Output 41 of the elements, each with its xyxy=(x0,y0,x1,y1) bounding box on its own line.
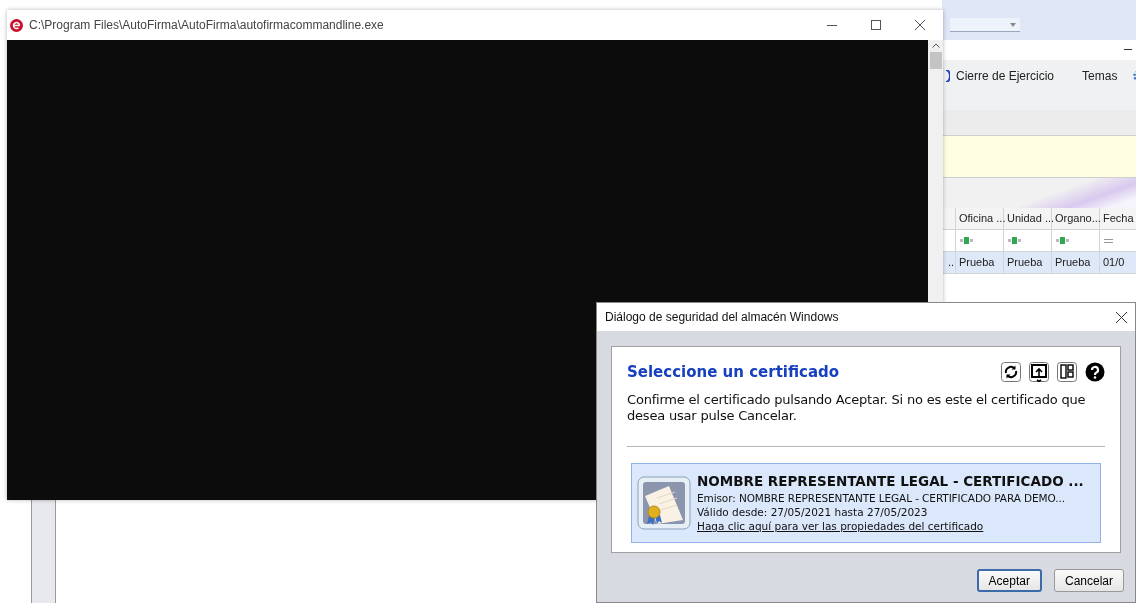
certificate-icon xyxy=(637,475,691,530)
table-cell-text: Prueba xyxy=(1007,255,1043,271)
menu-item[interactable]: Temas xyxy=(1082,67,1118,85)
column-header[interactable]: Organo... xyxy=(1052,208,1100,229)
column-header[interactable]: Unidad ... xyxy=(1004,208,1052,229)
column-header[interactable]: Fecha xyxy=(1100,208,1136,229)
scroll-thumb[interactable] xyxy=(929,52,942,69)
table-cell-text: Prueba xyxy=(959,255,995,271)
text-filter-icon[interactable] xyxy=(1056,237,1069,244)
certificate-properties-link[interactable]: Haga clic aquí para ver las propiedades del certificado xyxy=(697,519,984,533)
certificate-item[interactable] xyxy=(631,462,1101,543)
dialog-message: Confirme el certificado pulsando Aceptar. Si no es este el certificado que desea usar pulse Cancelar. xyxy=(627,391,1087,424)
close-icon[interactable] xyxy=(915,20,925,30)
table-cell-text: 01/0 xyxy=(1103,255,1125,271)
column-header[interactable]: Oficina ... xyxy=(956,208,1004,229)
app-logo-icon xyxy=(10,18,23,32)
minimize-icon[interactable] xyxy=(827,24,837,26)
menu-item[interactable]: Cierre de Ejercicio xyxy=(956,67,1055,85)
text-filter-icon[interactable] xyxy=(960,237,973,244)
dialog-title: Diálogo de seguridad del almacén Windows xyxy=(605,309,840,326)
table-cell-text: Prueba xyxy=(1055,255,1091,271)
table-row[interactable]: .. Prueba Prueba Prueba 01/0 xyxy=(942,252,1136,274)
refresh-icon[interactable] xyxy=(1001,362,1021,383)
dialog-heading: Seleccione un certificado xyxy=(627,362,841,383)
view-toggle-icon[interactable] xyxy=(1057,362,1077,383)
dialog-button[interactable]: Cancelar xyxy=(1053,569,1124,592)
upload-icon[interactable] xyxy=(1029,362,1049,383)
close-icon[interactable] xyxy=(1116,311,1127,323)
help-icon[interactable] xyxy=(1085,362,1105,383)
text-filter-icon[interactable] xyxy=(1008,237,1021,244)
window-title: C:\Program Files\AutoFirma\AutoFirma\autofirmacommandline.exe xyxy=(29,17,385,34)
table-cell-text: .. xyxy=(947,255,954,271)
equals-icon[interactable] xyxy=(1104,238,1113,243)
dialog-button[interactable]: Aceptar xyxy=(976,569,1042,592)
certificate-validity: Válido desde: 27/05/2021 hasta 27/05/2023 xyxy=(697,505,929,519)
dropdown-caret-icon xyxy=(1010,22,1016,27)
scroll-up-icon[interactable] xyxy=(931,43,940,48)
minimize-icon[interactable] xyxy=(1124,49,1132,51)
certificate-name: NOMBRE REPRESENTANTE LEGAL - CERTIFICADO ... xyxy=(697,472,1084,491)
certificate-issuer: Emisor: NOMBRE REPRESENTANTE LEGAL - CERTIFICADO PARA DEMO... xyxy=(697,491,1066,505)
maximize-icon[interactable] xyxy=(871,20,881,30)
